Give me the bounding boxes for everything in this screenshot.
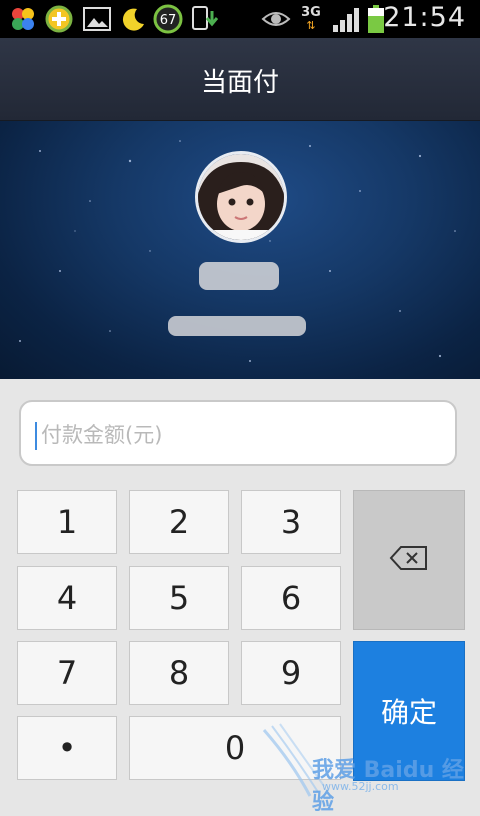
page-title: 当面付 [200, 68, 279, 98]
key-7[interactable]: 7 [17, 641, 117, 705]
key-3[interactable]: 3 [241, 490, 341, 554]
key-0[interactable]: 0 [129, 716, 341, 780]
image-icon [82, 5, 112, 33]
payee-banner [0, 121, 480, 379]
payee-name-redacted [199, 262, 279, 290]
key-2[interactable]: 2 [129, 490, 229, 554]
text-cursor [35, 422, 37, 450]
title-bar: 当面付 [0, 38, 480, 121]
status-bar: 67 3G ⇅ 21:54 [0, 0, 480, 38]
backspace-icon [389, 541, 429, 579]
payment-panel: 1 2 3 4 5 6 7 8 9 • 0 确定 [0, 379, 480, 800]
key-6[interactable]: 6 [241, 566, 341, 630]
key-5[interactable]: 5 [129, 566, 229, 630]
watermark-url: www.52jj.com [322, 780, 399, 793]
payee-account-redacted [168, 316, 306, 336]
pinwheel-icon [8, 5, 38, 33]
network-label: 3G [301, 5, 321, 20]
plus-badge-icon [44, 5, 74, 33]
badge-count: 67 [160, 13, 177, 28]
data-arrows: ⇅ [306, 19, 316, 32]
key-4[interactable]: 4 [17, 566, 117, 630]
avatar [195, 151, 287, 243]
amount-input[interactable] [39, 414, 443, 456]
key-decimal[interactable]: • [17, 716, 117, 780]
key-1[interactable]: 1 [17, 490, 117, 554]
signal-icon [330, 5, 362, 33]
download-icon [190, 5, 220, 33]
delete-button[interactable] [353, 490, 465, 630]
amount-field[interactable] [19, 400, 457, 466]
clock: 21:54 [383, 2, 466, 33]
key-8[interactable]: 8 [129, 641, 229, 705]
key-9[interactable]: 9 [241, 641, 341, 705]
eye-icon [260, 5, 292, 33]
moon-icon [118, 5, 148, 33]
battery-saver-icon: 67 [152, 4, 184, 34]
network-3g-icon: 3G ⇅ [298, 5, 324, 33]
